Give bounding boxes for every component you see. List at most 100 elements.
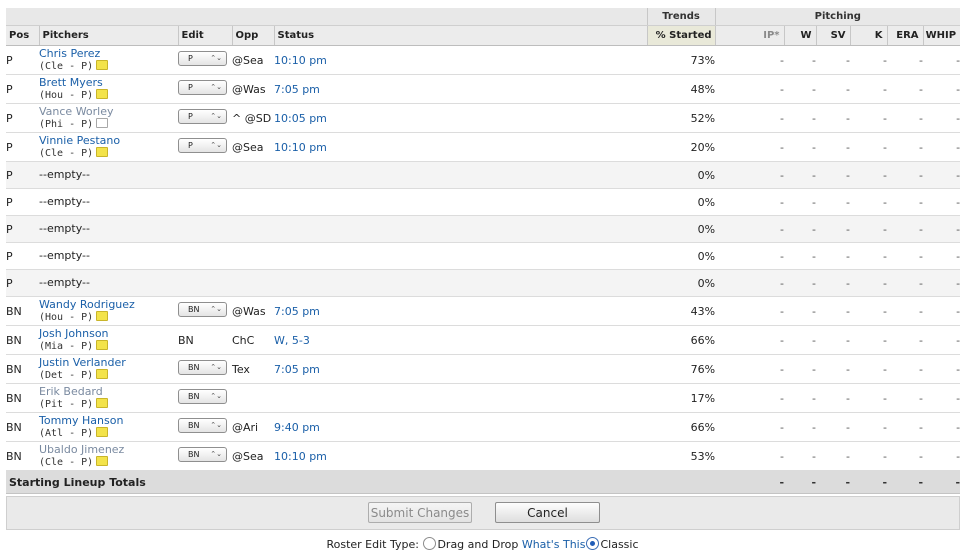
opponent[interactable]: @Sea (232, 45, 274, 75)
player-name-link[interactable]: Vinnie Pestano (39, 134, 178, 147)
player-name-link[interactable]: Brett Myers (39, 76, 178, 89)
player-name-link[interactable]: Vance Worley (39, 105, 178, 118)
stat-era: - (887, 74, 924, 104)
note-icon[interactable] (96, 117, 109, 128)
game-status[interactable]: 7:05 pm (274, 296, 648, 326)
stat-whip: - (923, 74, 961, 104)
pct-started: 76% (647, 354, 716, 384)
pct-started-header[interactable]: % Started (646, 25, 716, 46)
stat-k: - (850, 296, 888, 326)
drag-drop-label[interactable]: Drag and Drop (437, 538, 518, 551)
player-name-link[interactable]: Tommy Hanson (39, 414, 178, 427)
status-header[interactable]: Status (273, 25, 648, 46)
opponent[interactable]: @Sea (232, 132, 274, 162)
classic-radio[interactable] (586, 537, 600, 550)
era-header[interactable]: ERA (886, 25, 924, 46)
position-select[interactable]: BN ⌃⌄ (178, 360, 227, 375)
player-row: P Vance Worley (Phi - P) P ⌃⌄ ^ @SD 10:05 p… (6, 103, 961, 133)
position-select[interactable]: BN ⌃⌄ (178, 302, 227, 317)
opponent[interactable]: ChC (232, 325, 274, 355)
stat-w: - (784, 383, 817, 413)
note-icon[interactable] (96, 88, 109, 99)
opp-header[interactable]: Opp (231, 25, 274, 46)
opponent[interactable]: @Was (232, 296, 274, 326)
position-select[interactable]: P ⌃⌄ (178, 109, 227, 124)
pct-started: 52% (647, 103, 716, 133)
pct-started: 0% (647, 242, 716, 270)
opponent[interactable]: ^ @SD (232, 103, 274, 133)
whats-this-link[interactable]: What's This (522, 538, 586, 551)
opponent[interactable]: @Sea (232, 441, 274, 471)
note-icon[interactable] (96, 146, 109, 157)
game-status[interactable] (274, 383, 648, 413)
stat-sv: - (816, 412, 851, 442)
position-select[interactable]: BN ⌃⌄ (178, 447, 227, 462)
note-icon[interactable] (96, 339, 109, 350)
game-status[interactable]: 10:10 pm (274, 441, 648, 471)
note-icon[interactable] (96, 397, 109, 408)
drag-drop-radio[interactable] (423, 537, 437, 550)
stat-whip: - (923, 296, 961, 326)
roster-table: Trends Pitching Pos Pitchers Edit Opp St… (6, 8, 961, 494)
cancel-button[interactable]: Cancel (495, 502, 600, 523)
game-status[interactable]: 10:10 pm (274, 132, 648, 162)
stat-ip: - (715, 441, 785, 471)
opponent[interactable]: @Was (232, 74, 274, 104)
pos-cell: P (6, 45, 39, 75)
game-status[interactable]: 7:05 pm (274, 74, 648, 104)
pitchers-header[interactable]: Pitchers (38, 25, 178, 46)
chevron-updown-icon: ⌃⌄ (210, 112, 222, 120)
player-cell: Josh Johnson (Mia - P) (39, 325, 178, 355)
game-status[interactable]: 7:05 pm (274, 354, 648, 384)
player-name-link[interactable]: Josh Johnson (39, 327, 178, 340)
opponent[interactable] (232, 383, 274, 413)
k-header[interactable]: K (849, 25, 888, 46)
player-name-link[interactable]: Wandy Rodriguez (39, 298, 178, 311)
position-select[interactable]: P ⌃⌄ (178, 51, 227, 66)
stat-whip: - (923, 242, 961, 270)
stat-era: - (887, 103, 924, 133)
stat-era: - (887, 441, 924, 471)
player-cell: Justin Verlander (Det - P) (39, 354, 178, 384)
position-select[interactable]: BN ⌃⌄ (178, 418, 227, 433)
total-ip: - (715, 470, 785, 494)
pos-cell: P (6, 161, 39, 189)
pos-cell: BN (6, 383, 39, 413)
game-status[interactable]: 10:05 pm (274, 103, 648, 133)
classic-label[interactable]: Classic (600, 538, 638, 551)
note-icon[interactable] (96, 368, 109, 379)
player-name-link[interactable]: Chris Perez (39, 47, 178, 60)
game-status[interactable]: 9:40 pm (274, 412, 648, 442)
position-select[interactable]: P ⌃⌄ (178, 138, 227, 153)
player-row: BN Wandy Rodriguez (Hou - P) BN ⌃⌄ @Was 7:0… (6, 296, 961, 326)
pos-header[interactable]: Pos (6, 25, 39, 46)
game-status[interactable]: W, 5-3 (274, 325, 648, 355)
player-name-link[interactable]: Erik Bedard (39, 385, 178, 398)
game-status[interactable]: 10:10 pm (274, 45, 648, 75)
note-icon[interactable] (96, 426, 109, 437)
player-name-link[interactable]: Justin Verlander (39, 356, 178, 369)
edit-cell: BN (178, 325, 232, 355)
player-name-link[interactable]: Ubaldo Jimenez (39, 443, 178, 456)
stat-era: - (887, 412, 924, 442)
position-select[interactable]: BN ⌃⌄ (178, 389, 227, 404)
pct-started: 17% (647, 383, 716, 413)
pct-started: 53% (647, 441, 716, 471)
sv-header[interactable]: SV (815, 25, 851, 46)
note-icon[interactable] (96, 310, 109, 321)
opponent[interactable]: Tex (232, 354, 274, 384)
opponent[interactable]: @Ari (232, 412, 274, 442)
w-header[interactable]: W (783, 25, 817, 46)
column-header-row: Pos Pitchers Edit Opp Status % Started I… (6, 25, 961, 46)
ip-header[interactable]: IP* (714, 25, 785, 46)
whip-header[interactable]: WHIP (922, 25, 961, 46)
note-icon[interactable] (96, 59, 109, 70)
position-select[interactable]: P ⌃⌄ (178, 80, 227, 95)
action-bar: Submit Changes Cancel (6, 496, 960, 530)
submit-changes-button[interactable]: Submit Changes (368, 502, 472, 523)
pos-cell: BN (6, 412, 39, 442)
note-icon[interactable] (96, 455, 109, 466)
pct-started: 0% (647, 215, 716, 243)
stat-w: - (784, 215, 817, 243)
header-group-row: Trends Pitching (6, 8, 961, 26)
